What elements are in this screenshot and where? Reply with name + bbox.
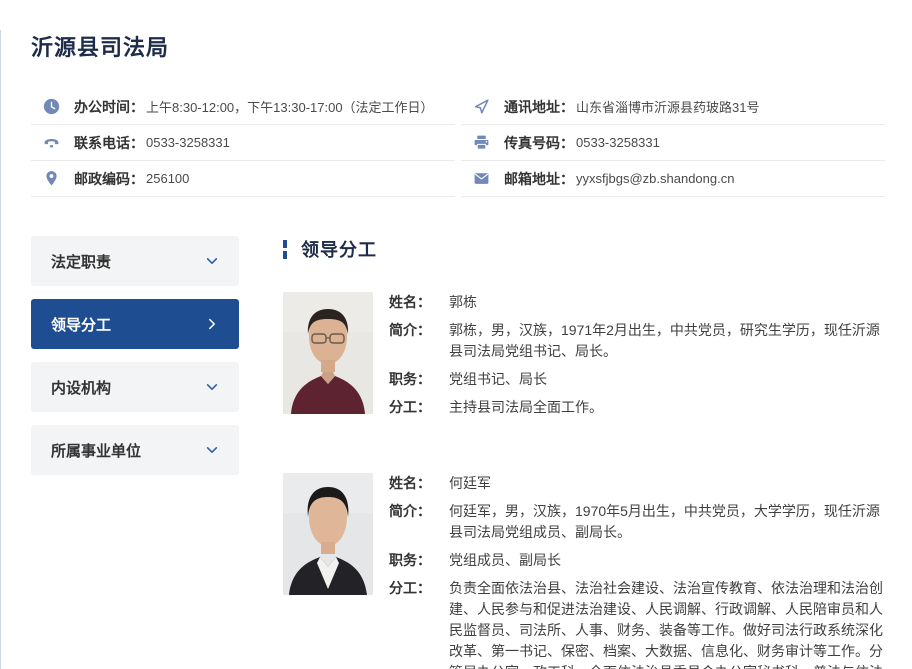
section-title: 领导分工 <box>301 236 377 262</box>
field-label: 职务： <box>389 550 449 571</box>
field-position: 职务： 党组书记、局长 <box>389 369 885 390</box>
field-label: 职务： <box>389 369 449 390</box>
contact-label: 邮箱地址： <box>504 169 574 189</box>
mail-icon <box>473 170 490 187</box>
field-label: 分工： <box>389 397 449 418</box>
navigation-icon <box>473 98 490 115</box>
contact-row-address: 通讯地址： 山东省淄博市沂源县药玻路31号 <box>461 89 885 125</box>
field-label: 简介： <box>389 501 449 543</box>
field-duty: 分工： 负责全面依法治县、法治社会建设、法治宣传教育、依法治理和法治创建、人民参… <box>389 578 885 669</box>
field-name: 姓名： 何廷军 <box>389 473 885 494</box>
contact-value: 0533-3258331 <box>146 135 230 150</box>
contact-row-fax: 传真号码： 0533-3258331 <box>461 125 885 161</box>
contact-row-phone: 联系电话： 0533-3258331 <box>31 125 455 161</box>
sidebar-item-affiliated-units[interactable]: 所属事业单位 <box>31 425 239 475</box>
chevron-right-icon <box>205 317 219 331</box>
leader-photo-he-tingjun <box>283 473 373 595</box>
leader-fields: 姓名： 郭栋 简介： 郭栋，男，汉族，1971年2月出生，中共党员，研究生学历，… <box>389 292 885 425</box>
field-label: 分工： <box>389 578 449 669</box>
section-marker-icon <box>283 240 287 259</box>
field-name: 姓名： 郭栋 <box>389 292 885 313</box>
leader-duty: 主持县司法局全面工作。 <box>449 397 885 418</box>
page-container: 沂源县司法局 办公时间： 上午8:30-12:00，下午13:30-17:00（… <box>1 30 912 669</box>
leader-intro: 何廷军，男，汉族，1970年5月出生，中共党员，大学学历，现任沂源县司法局党组成… <box>449 501 885 543</box>
clock-icon <box>43 98 60 115</box>
leader-position: 党组书记、局长 <box>449 369 885 390</box>
chevron-down-icon <box>205 254 219 268</box>
contact-value: yyxsfjbgs@zb.shandong.cn <box>576 171 734 186</box>
field-label: 姓名： <box>389 473 449 494</box>
postcode-icon <box>43 170 60 187</box>
leader-name: 郭栋 <box>449 292 885 313</box>
section-header: 领导分工 <box>283 236 885 262</box>
leader-profile: 姓名： 何廷军 简介： 何廷军，男，汉族，1970年5月出生，中共党员，大学学历… <box>283 473 885 669</box>
contact-value: 0533-3258331 <box>576 135 660 150</box>
field-label: 姓名： <box>389 292 449 313</box>
sidebar-nav: 法定职责 领导分工 内设机构 所属事业单位 <box>31 236 239 669</box>
field-intro: 简介： 郭栋，男，汉族，1971年2月出生，中共党员，研究生学历，现任沂源县司法… <box>389 320 885 362</box>
sidebar-item-leadership-division[interactable]: 领导分工 <box>31 299 239 349</box>
field-intro: 简介： 何廷军，男，汉族，1970年5月出生，中共党员，大学学历，现任沂源县司法… <box>389 501 885 543</box>
sidebar-item-label: 法定职责 <box>51 251 111 272</box>
leader-fields: 姓名： 何廷军 简介： 何廷军，男，汉族，1970年5月出生，中共党员，大学学历… <box>389 473 885 669</box>
contact-info-panel: 办公时间： 上午8:30-12:00，下午13:30-17:00（法定工作日） … <box>31 89 885 197</box>
sidebar-item-label: 所属事业单位 <box>51 440 141 461</box>
contact-label: 邮政编码： <box>74 169 144 189</box>
sidebar-item-label: 内设机构 <box>51 377 111 398</box>
fax-icon <box>473 134 490 151</box>
content-panel: 领导分工 <box>283 236 885 669</box>
contact-value: 256100 <box>146 171 189 186</box>
field-label: 简介： <box>389 320 449 362</box>
contact-label: 联系电话： <box>74 133 144 153</box>
contact-label: 传真号码： <box>504 133 574 153</box>
field-duty: 分工： 主持县司法局全面工作。 <box>389 397 885 418</box>
contact-row-postcode: 邮政编码： 256100 <box>31 161 455 197</box>
contact-label: 办公时间： <box>74 97 144 117</box>
chevron-down-icon <box>205 380 219 394</box>
leader-position: 党组成员、副局长 <box>449 550 885 571</box>
contact-label: 通讯地址： <box>504 97 574 117</box>
chevron-down-icon <box>205 443 219 457</box>
page-title: 沂源县司法局 <box>31 30 885 62</box>
main-area: 法定职责 领导分工 内设机构 所属事业单位 <box>31 236 885 669</box>
leader-photo-guo-dong <box>283 292 373 414</box>
contact-row-office-hours: 办公时间： 上午8:30-12:00，下午13:30-17:00（法定工作日） <box>31 89 455 125</box>
phone-icon <box>43 134 60 151</box>
leader-duty: 负责全面依法治县、法治社会建设、法治宣传教育、依法治理和法治创建、人民参与和促进… <box>449 578 885 669</box>
contact-value: 山东省淄博市沂源县药玻路31号 <box>576 97 759 116</box>
sidebar-item-internal-orgs[interactable]: 内设机构 <box>31 362 239 412</box>
leader-profile: 姓名： 郭栋 简介： 郭栋，男，汉族，1971年2月出生，中共党员，研究生学历，… <box>283 292 885 425</box>
sidebar-item-label: 领导分工 <box>51 314 111 335</box>
contact-row-email: 邮箱地址： yyxsfjbgs@zb.shandong.cn <box>461 161 885 197</box>
sidebar-item-legal-duties[interactable]: 法定职责 <box>31 236 239 286</box>
leader-intro: 郭栋，男，汉族，1971年2月出生，中共党员，研究生学历，现任沂源县司法局党组书… <box>449 320 885 362</box>
contact-value: 上午8:30-12:00，下午13:30-17:00（法定工作日） <box>146 97 434 116</box>
field-position: 职务： 党组成员、副局长 <box>389 550 885 571</box>
leader-name: 何廷军 <box>449 473 885 494</box>
